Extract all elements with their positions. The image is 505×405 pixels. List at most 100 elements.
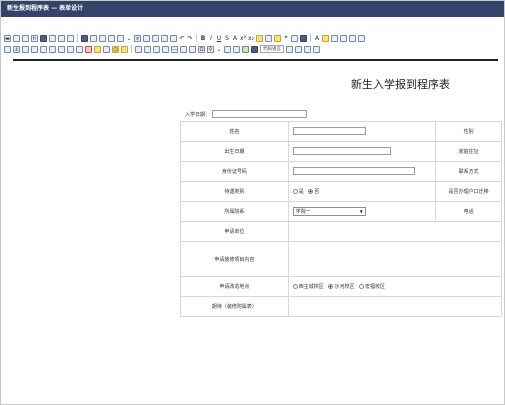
open-icon[interactable] (22, 34, 29, 42)
align-center-icon[interactable] (40, 45, 47, 53)
renovation-content-cell[interactable] (287, 241, 503, 277)
auto-format-icon[interactable] (274, 34, 281, 42)
table-row: 待遇类别 是 否 是否办理户口迁移 (180, 181, 502, 202)
help-icon[interactable] (313, 45, 320, 53)
checkbox-field-icon[interactable] (251, 45, 258, 53)
form-designer-window: 新生报到程序表 — 表单设计 ▬ h ⌄ × ↶ ↷ B I U S A x² … (0, 0, 505, 405)
save-icon[interactable]: ▬ (4, 34, 11, 42)
radio-icon[interactable] (292, 189, 298, 194)
emotion-icon[interactable]: ☺ (112, 45, 119, 53)
superscript-icon[interactable]: x² (240, 35, 246, 42)
entry-date-input[interactable] (212, 110, 308, 118)
frame-icon[interactable] (135, 45, 142, 53)
grid-icon[interactable] (108, 34, 115, 42)
search-replace-icon[interactable]: ⚲ (207, 45, 214, 53)
align-left-icon[interactable] (31, 45, 38, 53)
code-language-select[interactable]: 代码语言 (260, 45, 284, 53)
radio-selected-icon[interactable] (328, 284, 334, 289)
chevron-down-icon[interactable]: ⌄ (126, 35, 132, 42)
page-break-icon[interactable] (153, 45, 160, 53)
list-icon[interactable] (99, 34, 106, 42)
unordered-list-icon[interactable] (340, 34, 347, 42)
insert-column-icon[interactable] (152, 34, 159, 42)
code-icon[interactable] (144, 45, 151, 53)
select-all-icon[interactable] (300, 34, 307, 42)
new-document-icon[interactable] (13, 34, 20, 42)
attachment-icon[interactable] (103, 45, 110, 53)
format-painter-icon[interactable] (256, 34, 263, 42)
table-row: 身份证号码 联系方式 (180, 161, 502, 182)
campus-option-shahe[interactable]: 沙河校区 (328, 284, 354, 290)
link-icon[interactable] (67, 45, 74, 53)
wordimage-icon[interactable] (224, 45, 231, 53)
image-icon[interactable] (90, 34, 97, 42)
campus-option-west[interactable]: 西主城校区 (292, 284, 324, 290)
underline-icon[interactable]: U (216, 35, 222, 42)
background-icon[interactable] (162, 45, 169, 53)
insert-image-icon[interactable] (94, 45, 101, 53)
print-icon[interactable] (49, 34, 56, 42)
special-char-icon[interactable]: Ω (198, 45, 205, 53)
insert-row-icon[interactable] (143, 34, 150, 42)
toolbar-separator (196, 34, 197, 42)
video-icon[interactable] (85, 45, 92, 53)
table-row: 申请改造地点 西主城校区 沙河校区 宏福校区 (180, 276, 503, 297)
eraser-icon[interactable] (265, 34, 272, 42)
spellcheck-icon[interactable] (295, 45, 302, 53)
form-field-icon[interactable] (242, 45, 249, 53)
split-cells-icon[interactable] (170, 34, 177, 42)
id-number-input[interactable] (292, 166, 415, 175)
table-row: 申请装修项目内容 (180, 241, 503, 277)
fullscreen-icon[interactable] (304, 45, 311, 53)
campus-option-hongfu[interactable]: 宏福校区 (359, 284, 385, 290)
paragraph-icon[interactable] (117, 34, 124, 42)
text-field-icon[interactable] (233, 45, 240, 53)
indent-icon[interactable] (22, 45, 29, 53)
justify-icon[interactable] (58, 45, 65, 53)
redo-icon[interactable]: ↷ (187, 35, 193, 42)
name-input[interactable] (292, 126, 366, 135)
subscript-icon[interactable]: x₂ (248, 35, 254, 42)
table-icon[interactable] (81, 34, 88, 42)
bold-icon[interactable]: B (200, 35, 206, 42)
ordered-list-icon[interactable] (331, 34, 338, 42)
undo-icon[interactable]: ↶ (179, 35, 185, 42)
anchor-icon[interactable]: ⚓ (13, 45, 20, 53)
paste-plain-icon[interactable] (291, 34, 298, 42)
template-icon[interactable] (58, 34, 65, 42)
editor-toolbar-row-2: ⚓ ☺ — Ω ⚲ ⌄ 代码语言 (4, 43, 501, 55)
highlight-color-icon[interactable] (322, 34, 329, 42)
birth-date-input[interactable] (292, 146, 391, 155)
treatment-option-no[interactable]: 否 (308, 189, 319, 195)
directionality-icon[interactable] (4, 45, 11, 53)
html-source-icon[interactable]: h (31, 34, 38, 42)
font-border-icon[interactable]: A (232, 35, 238, 42)
radio-icon[interactable] (292, 284, 298, 289)
horizontal-rule-icon[interactable]: — (171, 45, 178, 53)
chevron-down-icon[interactable]: ⌄ (216, 46, 222, 53)
line-height-icon[interactable] (349, 34, 356, 42)
radio-icon[interactable] (359, 284, 365, 289)
italic-icon[interactable]: I (208, 35, 214, 42)
treatment-option-yes[interactable]: 是 (292, 189, 304, 195)
unlink-icon[interactable] (76, 45, 83, 53)
title-bar: 新生报到程序表 — 表单设计 (1, 1, 504, 17)
applicant-unit-cell[interactable] (287, 221, 503, 242)
time-icon[interactable] (189, 45, 196, 53)
department-select[interactable]: 学院一 ▼ (292, 207, 366, 216)
registration-form-table: 姓名 性别 出生日期 家庭住址 身份证号码 联系方式 待遇类别 是 否 是否办理… (180, 121, 503, 317)
align-right-icon[interactable] (49, 45, 56, 53)
blockquote-icon[interactable]: ❝ (283, 35, 289, 42)
font-color-icon[interactable]: A (314, 35, 320, 42)
insert-code-icon[interactable] (286, 45, 293, 53)
date-icon[interactable] (180, 45, 187, 53)
paste-icon[interactable] (67, 34, 74, 42)
preview-icon[interactable] (40, 34, 47, 42)
merge-cells-icon[interactable] (161, 34, 168, 42)
map-icon[interactable] (121, 45, 128, 53)
radio-selected-icon[interactable] (308, 189, 314, 194)
strikethrough-icon[interactable]: S (224, 35, 230, 42)
remove-format-icon[interactable]: × (134, 34, 141, 42)
align-icon[interactable] (358, 34, 365, 42)
attachment-cell[interactable] (287, 296, 503, 317)
